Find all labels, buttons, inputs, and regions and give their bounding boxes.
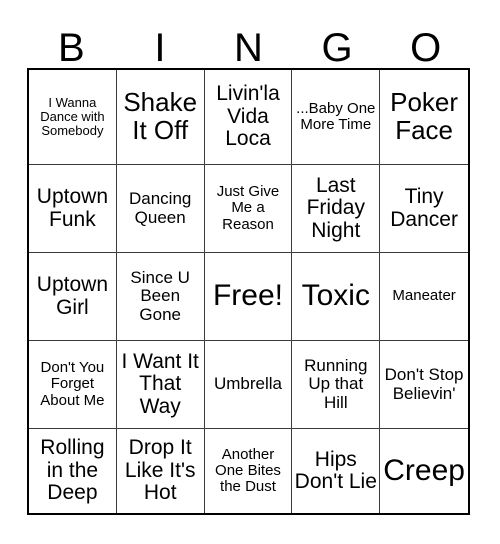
bingo-cell[interactable]: Just Give Me a Reason <box>204 165 293 253</box>
bingo-cell-label: Free! <box>212 279 283 313</box>
bingo-cell-label: Another One Bites the Dust <box>215 445 281 496</box>
header-letter-b: B <box>57 26 85 70</box>
bingo-cell-label: Poker Face <box>390 87 459 145</box>
bingo-cell-label: Don't You Forget About Me <box>40 359 105 409</box>
bingo-cell[interactable]: Shake It Off <box>116 70 205 165</box>
bingo-cell-label: Tiny Dancer <box>390 185 458 231</box>
bingo-cell[interactable]: Umbrella <box>204 341 293 429</box>
bingo-cell[interactable]: Toxic <box>292 253 381 341</box>
bingo-card: B I N G O I Wanna Dance with Somebody Sha… <box>0 0 500 544</box>
bingo-cell-label: Shake It Off <box>123 87 198 145</box>
bingo-cell-label: Rolling in the Deep <box>40 436 105 505</box>
bingo-cell[interactable]: Uptown Funk <box>29 165 117 253</box>
bingo-cell-label: Running Up that Hill <box>304 356 368 412</box>
bingo-cell[interactable]: Since U Been Gone <box>116 253 205 341</box>
bingo-cell-label: I Wanna Dance with Somebody <box>40 95 105 138</box>
bingo-cell-label: Just Give Me a Reason <box>216 183 280 233</box>
bingo-cell[interactable]: Uptown Girl <box>29 253 117 341</box>
bingo-cell-label: Toxic <box>301 279 370 313</box>
bingo-cell-label: ...Baby One More Time <box>296 99 376 133</box>
header-letter-o: O <box>410 26 442 70</box>
bingo-grid: I Wanna Dance with Somebody Shake It Off L… <box>27 68 470 515</box>
bingo-cell-label: Hips Don't Lie <box>294 447 377 493</box>
bingo-cell-label: I Want It That Way <box>121 349 199 418</box>
bingo-cell[interactable]: I Want It That Way <box>116 341 205 429</box>
header-letter-i: I <box>154 26 166 70</box>
bingo-cell-label: Drop It Like It's Hot <box>124 436 196 505</box>
bingo-cell[interactable]: Creep <box>380 429 468 513</box>
bingo-cell-label: Since U Been Gone <box>130 268 190 324</box>
bingo-cell[interactable]: Dancing Queen <box>116 165 205 253</box>
bingo-header: B I N G O <box>27 20 470 68</box>
header-letter-g: G <box>321 26 353 70</box>
bingo-cell-label: Uptown Girl <box>36 273 108 319</box>
bingo-cell[interactable]: Don't Stop Believin' <box>380 341 468 429</box>
bingo-cell-label: Umbrella <box>213 374 282 394</box>
bingo-cell[interactable]: Maneater <box>380 253 468 341</box>
header-letter-n: N <box>234 26 263 70</box>
bingo-cell-label: Last Friday Night <box>306 173 365 242</box>
bingo-cell[interactable]: Tiny Dancer <box>380 165 468 253</box>
bingo-cell-label: Livin'la Vida Loca <box>216 82 280 151</box>
bingo-cell[interactable]: Hips Don't Lie <box>292 429 381 513</box>
bingo-cell[interactable]: I Wanna Dance with Somebody <box>29 70 117 165</box>
bingo-cell[interactable]: ...Baby One More Time <box>292 70 381 165</box>
bingo-cell-label: Maneater <box>392 287 456 305</box>
bingo-cell[interactable]: Poker Face <box>380 70 468 165</box>
bingo-cell[interactable]: Last Friday Night <box>292 165 381 253</box>
bingo-cell-label: Creep <box>383 453 465 487</box>
bingo-cell-label: Don't Stop Believin' <box>384 365 464 403</box>
bingo-cell[interactable]: Don't You Forget About Me <box>29 341 117 429</box>
bingo-cell[interactable]: Rolling in the Deep <box>29 429 117 513</box>
bingo-cell[interactable]: Drop It Like It's Hot <box>116 429 205 513</box>
bingo-cell-label: Uptown Funk <box>36 185 108 231</box>
bingo-cell-label: Dancing Queen <box>129 189 192 227</box>
bingo-cell[interactable]: Another One Bites the Dust <box>204 429 293 513</box>
bingo-cell[interactable]: Running Up that Hill <box>292 341 381 429</box>
bingo-cell[interactable]: Livin'la Vida Loca <box>204 70 293 165</box>
bingo-free-space[interactable]: Free! <box>204 253 293 341</box>
